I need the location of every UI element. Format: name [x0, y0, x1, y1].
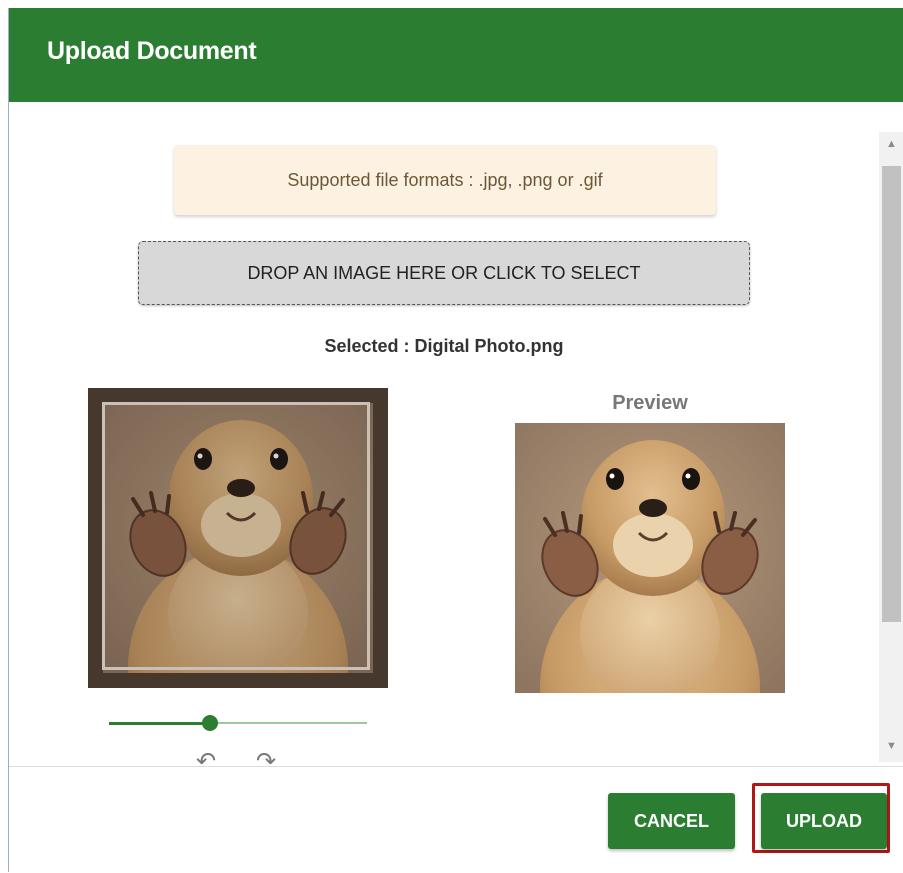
zoom-slider-track [211, 722, 367, 724]
dropzone-label: DROP AN IMAGE HERE OR CLICK TO SELECT [247, 262, 641, 283]
dialog-header: Upload Document [9, 8, 903, 102]
rotate-left-icon[interactable]: ↶ [193, 749, 219, 767]
supported-formats-text: Supported file formats : .jpg, .png or .… [287, 169, 603, 190]
crop-frame[interactable] [102, 402, 370, 670]
vertical-scrollbar[interactable]: ▲ ▼ [879, 132, 903, 762]
dialog-title: Upload Document [47, 37, 257, 65]
scrollbar-thumb[interactable] [882, 166, 901, 622]
selected-file-label: Selected : Digital Photo.png [324, 336, 564, 356]
dialog-footer: CANCEL UPLOAD [9, 766, 903, 873]
zoom-slider-fill [109, 722, 211, 725]
image-crop-editor[interactable] [88, 388, 388, 688]
cancel-button[interactable]: CANCEL [608, 793, 735, 849]
supported-formats-notice: Supported file formats : .jpg, .png or .… [174, 145, 716, 215]
zoom-slider[interactable] [109, 714, 367, 732]
image-dropzone[interactable]: DROP AN IMAGE HERE OR CLICK TO SELECT [138, 241, 750, 305]
rotate-right-icon[interactable]: ↷ [253, 749, 279, 767]
upload-button[interactable]: UPLOAD [761, 793, 887, 849]
preview-label: Preview [612, 392, 688, 414]
preview-image [515, 423, 785, 693]
arrow-down-icon[interactable]: ▼ [879, 736, 903, 756]
dialog-body: Supported file formats : .jpg, .png or .… [9, 102, 903, 766]
zoom-slider-thumb[interactable] [202, 715, 218, 731]
arrow-up-icon[interactable]: ▲ [879, 134, 903, 154]
upload-dialog: Upload Document Supported file formats :… [8, 8, 903, 873]
